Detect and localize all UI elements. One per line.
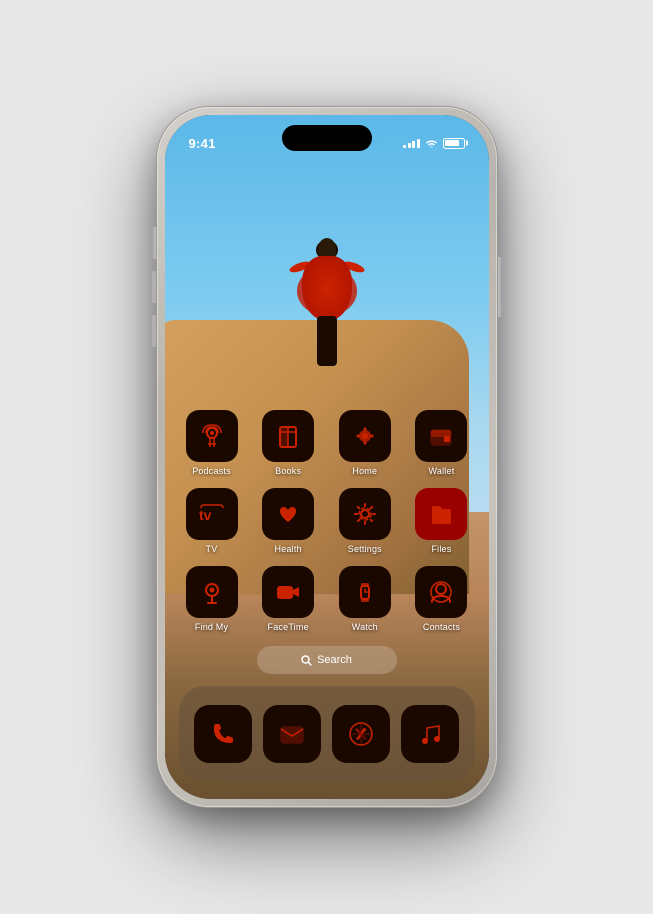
status-time: 9:41	[189, 136, 216, 151]
app-files[interactable]: Files	[412, 488, 470, 554]
dynamic-island	[282, 125, 372, 151]
signal-icon	[403, 138, 420, 148]
health-icon	[262, 488, 314, 540]
screen: 9:41	[165, 115, 489, 799]
app-row-3: Find My FaceTime	[183, 566, 471, 632]
dock-mail[interactable]	[263, 705, 321, 763]
figure-legs	[317, 316, 337, 366]
books-icon	[262, 410, 314, 462]
watch-icon	[339, 566, 391, 618]
facetime-label: FaceTime	[268, 622, 309, 632]
dock-phone-icon	[194, 705, 252, 763]
app-row-1: Podcasts Books	[183, 410, 471, 476]
health-label: Health	[275, 544, 302, 554]
wallet-label: Wallet	[429, 466, 455, 476]
tv-label: TV	[206, 544, 218, 554]
app-findmy[interactable]: Find My	[183, 566, 241, 632]
search-icon	[301, 655, 312, 666]
app-watch[interactable]: Watch	[336, 566, 394, 632]
status-icons	[403, 138, 465, 149]
files-label: Files	[431, 544, 451, 554]
app-tv[interactable]: tv TV	[183, 488, 241, 554]
home-label: Home	[352, 466, 377, 476]
app-home[interactable]: Home	[336, 410, 394, 476]
settings-icon	[339, 488, 391, 540]
podcasts-icon	[186, 410, 238, 462]
battery-icon	[443, 138, 465, 149]
app-books[interactable]: Books	[259, 410, 317, 476]
contacts-label: Contacts	[423, 622, 460, 632]
dock-safari[interactable]	[332, 705, 390, 763]
contacts-icon	[415, 566, 467, 618]
figure	[287, 238, 367, 368]
dock-safari-icon	[332, 705, 390, 763]
app-grid: Podcasts Books	[165, 410, 489, 644]
books-label: Books	[275, 466, 301, 476]
wallet-icon	[415, 410, 467, 462]
home-icon	[339, 410, 391, 462]
phone-inner: 9:41	[165, 115, 489, 799]
dock-music[interactable]	[401, 705, 459, 763]
app-row-2: tv TV Health	[183, 488, 471, 554]
dock-mail-icon	[263, 705, 321, 763]
findmy-icon	[186, 566, 238, 618]
app-health[interactable]: Health	[259, 488, 317, 554]
dock-phone[interactable]	[194, 705, 252, 763]
dock-music-icon	[401, 705, 459, 763]
search-label: Search	[317, 654, 352, 666]
svg-text:tv: tv	[199, 507, 212, 523]
app-contacts[interactable]: Contacts	[412, 566, 470, 632]
figure-dress	[302, 256, 352, 321]
search-bar[interactable]: Search	[257, 646, 397, 674]
watch-label: Watch	[352, 622, 378, 632]
files-icon	[415, 488, 467, 540]
app-wallet[interactable]: Wallet	[412, 410, 470, 476]
phone-frame: 9:41	[157, 107, 497, 807]
dock	[179, 686, 475, 781]
tv-icon: tv	[186, 488, 238, 540]
podcasts-label: Podcasts	[192, 466, 231, 476]
wifi-icon	[425, 138, 438, 148]
app-facetime[interactable]: FaceTime	[259, 566, 317, 632]
findmy-label: Find My	[195, 622, 228, 632]
settings-label: Settings	[348, 544, 382, 554]
facetime-icon	[262, 566, 314, 618]
app-podcasts[interactable]: Podcasts	[183, 410, 241, 476]
app-settings[interactable]: Settings	[336, 488, 394, 554]
